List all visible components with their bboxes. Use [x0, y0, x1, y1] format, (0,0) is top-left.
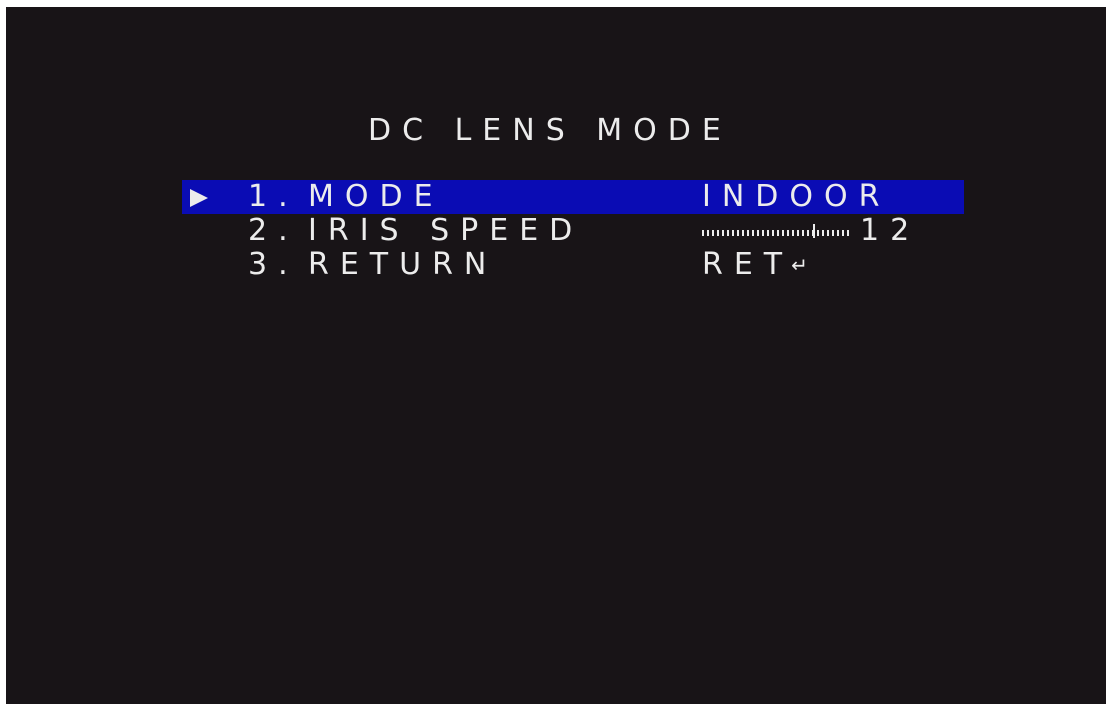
return-value: RET	[702, 247, 794, 282]
menu-item-value[interactable]: RET ↵	[702, 248, 808, 282]
triangle-right-icon	[190, 189, 208, 207]
menu-item-value[interactable]: INDOOR	[702, 180, 890, 214]
enter-arrow-icon: ↵	[791, 253, 808, 277]
menu-item-iris-speed[interactable]: 2. IRIS SPEED 12	[182, 214, 964, 248]
menu-item-label: RETURN	[308, 247, 498, 282]
iris-speed-value: 12	[860, 213, 921, 248]
menu-item-number: 3.	[248, 247, 299, 282]
menu-item-label: MODE	[308, 179, 444, 214]
menu-item-number: 1.	[248, 179, 299, 214]
menu-item-label: IRIS SPEED	[308, 213, 584, 248]
iris-speed-slider[interactable]	[702, 224, 852, 238]
menu-item-return[interactable]: 3. RETURN RET ↵	[182, 248, 964, 282]
menu-item-number: 2.	[248, 213, 299, 248]
slider-knob[interactable]	[813, 224, 815, 238]
menu-item-mode[interactable]: 1. MODE INDOOR	[182, 180, 964, 214]
mode-value: INDOOR	[702, 179, 891, 214]
menu-item-value[interactable]: 12	[702, 214, 920, 248]
osd-screen: DC LENS MODE 1. MODE INDOOR 2. IRIS SPEE…	[6, 7, 1106, 704]
menu-title: DC LENS MODE	[368, 113, 732, 148]
